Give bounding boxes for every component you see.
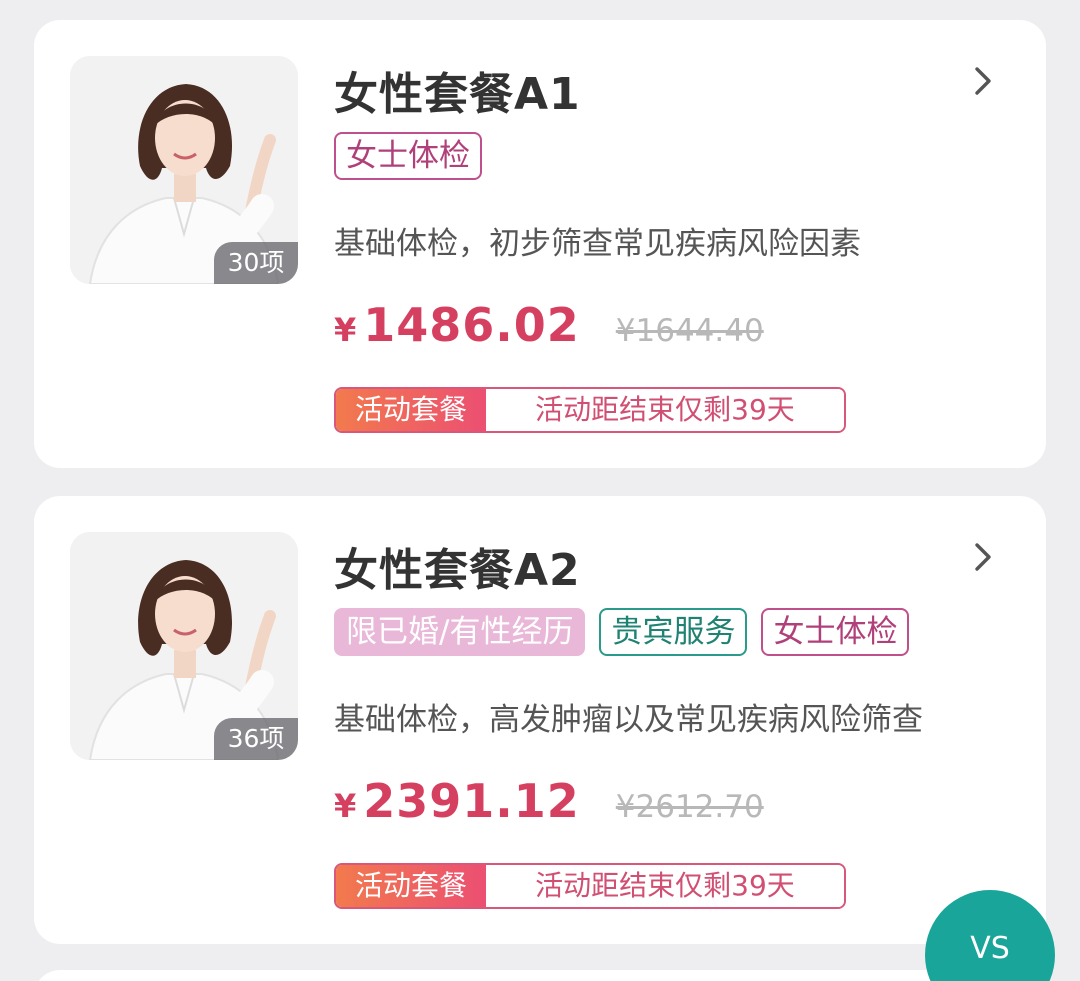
promo-label: 活动套餐 [336,865,486,907]
package-card[interactable]: 30项 女性套餐A1 女士体检 基础体检，初步筛查常见疾病风险因素 ¥1486.… [34,20,1046,468]
promo-countdown: 活动距结束仅剩39天 [486,865,844,907]
current-price: ¥1486.02 [334,298,580,352]
package-card[interactable]: 36项 女性套餐A2 限已婚/有性经历 贵宾服务 女士体检 基础体检，高发肿瘤以… [34,496,1046,944]
chevron-right-icon[interactable] [966,64,1000,98]
package-thumbnail: 36项 [70,532,298,760]
tag-married-only: 限已婚/有性经历 [334,608,586,656]
tag-list: 限已婚/有性经历 贵宾服务 女士体检 [334,608,910,656]
promo-label: 活动套餐 [336,389,486,431]
package-title: 女性套餐A1 [334,69,581,120]
package-title: 女性套餐A2 [334,545,581,596]
tag-womens-checkup: 女士体检 [334,132,482,180]
original-price: ¥2612.70 [615,789,764,825]
promo-banner: 活动套餐 活动距结束仅剩39天 [334,387,846,433]
package-description: 基础体检，初步筛查常见疾病风险因素 [334,226,861,262]
currency-symbol: ¥ [334,787,358,825]
original-price: ¥1644.40 [615,313,764,349]
tag-vip-service: 贵宾服务 [599,608,748,656]
tag-womens-checkup: 女士体检 [761,608,910,656]
promo-banner: 活动套餐 活动距结束仅剩39天 [334,863,846,909]
item-count-badge: 30项 [214,242,298,284]
tag-list: 女士体检 [334,132,482,180]
chevron-right-icon[interactable] [966,540,1000,574]
price-value: 2391.12 [363,774,580,828]
promo-countdown: 活动距结束仅剩39天 [486,389,844,431]
price-value: 1486.02 [363,298,580,352]
package-description: 基础体检，高发肿瘤以及常见疾病风险筛查 [334,702,923,738]
currency-symbol: ¥ [334,311,358,349]
price-row: ¥1486.02 ¥1644.40 [334,298,764,352]
package-thumbnail: 30项 [70,56,298,284]
current-price: ¥2391.12 [334,774,580,828]
package-card-partial[interactable] [34,970,1046,981]
package-list: 30项 女性套餐A1 女士体检 基础体检，初步筛查常见疾病风险因素 ¥1486.… [0,0,1080,981]
price-row: ¥2391.12 ¥2612.70 [334,774,764,828]
item-count-badge: 36项 [214,718,298,760]
